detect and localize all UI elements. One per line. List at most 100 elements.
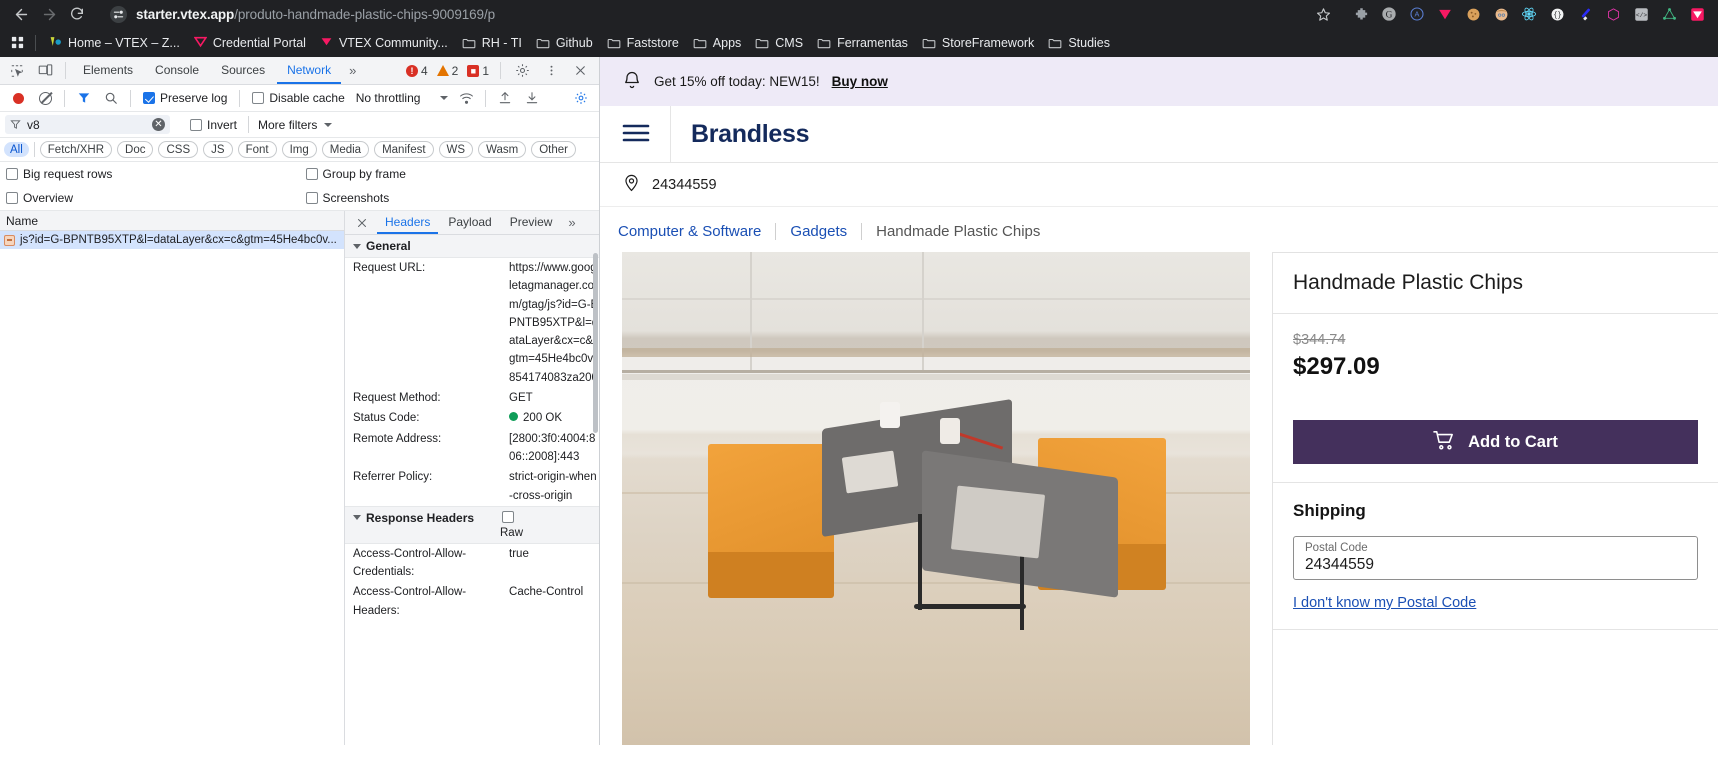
error-counter[interactable]: ! 4 [403, 64, 431, 78]
overview-checkbox[interactable]: Overview [0, 191, 300, 205]
more-options-icon[interactable] [538, 59, 564, 83]
address-bar[interactable]: starter.vtex.app/produto-handmade-plasti… [100, 3, 1346, 25]
bookmark-folder-rh-ti[interactable]: RH - TI [455, 33, 529, 53]
back-arrow-icon[interactable] [8, 1, 34, 27]
type-chip-fetch-xhr[interactable]: Fetch/XHR [39, 141, 113, 158]
type-chip-ws[interactable]: WS [438, 141, 474, 158]
throttling-select[interactable]: No throttling [352, 91, 453, 105]
forward-arrow-icon[interactable] [36, 1, 62, 27]
bookmark-item-credential-portal[interactable]: Credential Portal [187, 32, 313, 54]
export-har-icon[interactable] [519, 86, 545, 110]
detail-tab-preview[interactable]: Preview [502, 211, 561, 234]
record-button[interactable] [5, 86, 31, 110]
vtex-icon[interactable] [1432, 2, 1458, 26]
network-conditions-icon[interactable] [453, 86, 479, 110]
bookmark-folder-github[interactable]: Github [529, 33, 600, 53]
type-chip-all[interactable]: All [4, 142, 29, 157]
bookmark-item-home-vtex[interactable]: Home – VTEX – Z... [42, 32, 187, 54]
reload-icon[interactable] [64, 1, 90, 27]
warning-counter[interactable]: 2 [434, 64, 462, 78]
type-chip-doc[interactable]: Doc [117, 141, 154, 158]
raw-toggle[interactable]: Raw [500, 507, 523, 543]
requests-column-header[interactable]: Name [0, 211, 344, 231]
vtex-toolbelt-icon[interactable] [1684, 2, 1710, 26]
header-value[interactable]: Cache-Control [509, 582, 599, 621]
bookmark-folder-ferramentas[interactable]: Ferramentas [810, 33, 915, 53]
disable-cache-checkbox[interactable]: Disable cache [246, 91, 350, 105]
import-har-icon[interactable] [492, 86, 518, 110]
type-chip-css[interactable]: CSS [158, 141, 199, 158]
header-value[interactable]: strict-origin-when-cross-origin [509, 467, 599, 506]
general-section-header[interactable]: General [345, 235, 599, 258]
search-icon[interactable] [98, 86, 124, 110]
bookmark-folder-storeframework[interactable]: StoreFramework [915, 33, 1041, 53]
big-request-rows-checkbox[interactable]: Big request rows [0, 167, 300, 181]
clear-requests-icon[interactable] [32, 86, 58, 110]
postal-code-bar[interactable]: 24344559 [600, 163, 1718, 207]
gear-icon[interactable] [509, 59, 535, 83]
filter-input[interactable]: v8 ✕ [5, 115, 170, 134]
header-value[interactable]: GET [509, 388, 599, 408]
vue-devtools-icon[interactable] [1656, 2, 1682, 26]
add-to-cart-button[interactable]: Add to Cart [1293, 420, 1698, 464]
breadcrumb-link-computer-software[interactable]: Computer & Software [610, 223, 775, 240]
json-viewer-icon[interactable]: {} [1544, 2, 1570, 26]
response-headers-section-header[interactable]: Response Headers Raw [345, 505, 599, 544]
issue-counter[interactable]: ■ 1 [464, 64, 492, 78]
type-chip-media[interactable]: Media [321, 141, 370, 158]
type-chip-wasm[interactable]: Wasm [478, 141, 527, 158]
bookmark-folder-studies[interactable]: Studies [1041, 33, 1117, 53]
inspect-element-icon[interactable] [4, 59, 30, 83]
invert-checkbox[interactable]: Invert [184, 118, 243, 132]
adblock-icon[interactable]: A [1404, 2, 1430, 26]
code-view-icon[interactable]: </> [1628, 2, 1654, 26]
detail-tab-headers[interactable]: Headers [377, 211, 438, 234]
tab-sources[interactable]: Sources [211, 57, 275, 84]
preserve-log-checkbox[interactable]: Preserve log [137, 91, 233, 105]
avatar-extension-icon[interactable] [1488, 2, 1514, 26]
tab-console[interactable]: Console [145, 57, 209, 84]
hamburger-menu-icon[interactable] [622, 122, 650, 147]
type-chip-other[interactable]: Other [531, 141, 576, 158]
close-devtools-icon[interactable] [567, 59, 593, 83]
header-value[interactable]: 200 OK [509, 408, 599, 428]
bookmark-folder-cms[interactable]: CMS [748, 33, 810, 53]
clear-filter-icon[interactable]: ✕ [152, 118, 165, 131]
bookmark-star-icon[interactable] [1310, 3, 1336, 25]
brand-logo[interactable]: Brandless [691, 120, 809, 149]
device-toolbar-icon[interactable] [32, 59, 58, 83]
close-detail-icon[interactable] [349, 211, 375, 235]
unknown-postal-code-link[interactable]: I don't know my Postal Code [1293, 595, 1698, 611]
table-row[interactable]: js?id=G-BPNTB95XTP&l=dataLayer&cx=c&gtm=… [0, 231, 344, 249]
more-filters-select[interactable]: More filters [254, 118, 336, 132]
site-settings-icon[interactable] [110, 5, 127, 23]
tab-network[interactable]: Network [277, 57, 341, 84]
cookie-icon[interactable] [1460, 2, 1486, 26]
group-by-frame-checkbox[interactable]: Group by frame [300, 167, 600, 181]
bookmark-item-vtex-community[interactable]: VTEX Community... [313, 32, 455, 54]
header-value[interactable]: [2800:3f0:4004:806::2008]:443 [509, 429, 599, 468]
header-value[interactable]: true [509, 544, 599, 583]
type-chip-img[interactable]: Img [281, 141, 317, 158]
bookmark-folder-faststore[interactable]: Faststore [600, 33, 686, 53]
tab-elements[interactable]: Elements [73, 57, 143, 84]
more-tabs-icon[interactable]: » [343, 63, 362, 78]
bookmark-apps-grid-icon[interactable] [6, 32, 29, 53]
breadcrumb-link-gadgets[interactable]: Gadgets [776, 223, 861, 240]
grammarly-icon[interactable]: G [1376, 2, 1402, 26]
header-value[interactable]: https://www.googletagmanager.com/gtag/js… [509, 258, 599, 388]
product-image[interactable] [622, 252, 1250, 745]
network-settings-icon[interactable] [568, 86, 594, 110]
extension-puzzle-icon[interactable] [1348, 2, 1374, 26]
detail-tab-payload[interactable]: Payload [440, 211, 499, 234]
type-chip-font[interactable]: Font [237, 141, 277, 158]
screenshots-checkbox[interactable]: Screenshots [300, 191, 600, 205]
type-chip-manifest[interactable]: Manifest [374, 141, 434, 158]
graphql-icon[interactable] [1600, 2, 1626, 26]
bookmark-folder-apps[interactable]: Apps [686, 33, 749, 53]
detail-scrollbar[interactable] [592, 235, 599, 745]
type-chip-js[interactable]: JS [203, 141, 233, 158]
color-picker-icon[interactable] [1572, 2, 1598, 26]
react-devtools-icon[interactable] [1516, 2, 1542, 26]
buy-now-link[interactable]: Buy now [832, 74, 888, 89]
